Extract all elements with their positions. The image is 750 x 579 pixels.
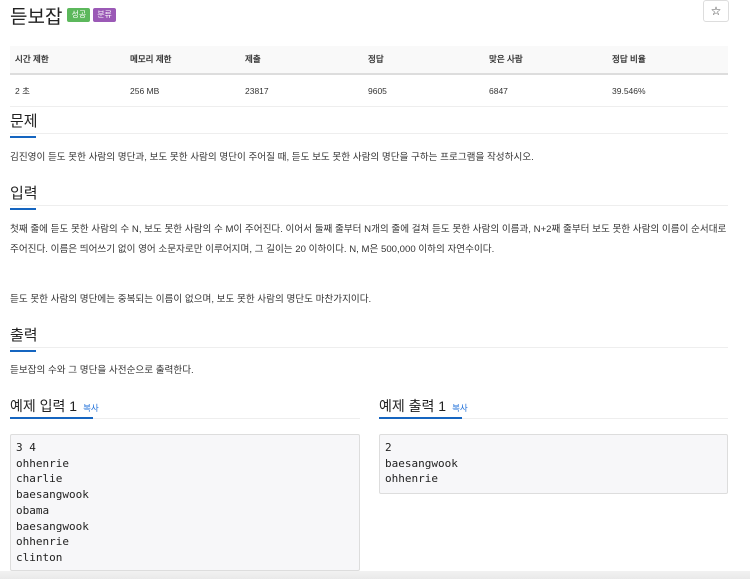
stats-submissions[interactable]: 23817 [240, 74, 363, 107]
star-icon: ☆ [710, 4, 722, 18]
stats-header-row: 시간 제한 메모리 제한 제출 정답 맞은 사람 정답 비율 [10, 46, 728, 75]
stats-solved-users[interactable]: 6847 [484, 74, 607, 107]
stats-header-time-limit: 시간 제한 [10, 46, 125, 75]
stats-time-limit: 2 초 [10, 74, 125, 107]
stats-accepted[interactable]: 9605 [363, 74, 484, 107]
section-divider [10, 205, 728, 206]
problem-stats-table: 시간 제한 메모리 제한 제출 정답 맞은 사람 정답 비율 2 초 256 M… [10, 46, 728, 107]
browser-bottom-edge [0, 571, 750, 579]
sample-output-underline [379, 417, 462, 419]
stats-memory-limit: 256 MB [125, 74, 240, 107]
stats-header-accepted: 정답 [363, 46, 484, 75]
page-title: 듣보잡 [10, 6, 63, 28]
section-divider [10, 347, 728, 348]
stats-header-accept-ratio: 정답 비율 [607, 46, 728, 75]
stats-header-solved-users: 맞은 사람 [484, 46, 607, 75]
sample-input-block[interactable]: 3 4 ohhenrie charlie baesangwook obama b… [10, 434, 360, 571]
success-badge[interactable]: 성공 [67, 8, 91, 22]
stats-header-submissions: 제출 [240, 46, 363, 75]
output-text: 듣보잡의 수와 그 명단을 사전순으로 출력한다. [10, 365, 194, 376]
star-button[interactable]: ☆ [703, 0, 729, 22]
stats-accept-ratio: 39.546% [607, 74, 728, 107]
sample-output-block[interactable]: 2 baesangwook ohhenrie [379, 434, 728, 494]
stats-value-row: 2 초 256 MB 23817 9605 6847 39.546% [10, 74, 728, 107]
sample-input-underline [10, 417, 93, 419]
sample-input-heading: 예제 입력 1 [10, 398, 78, 414]
input-text-extra: 듣도 못한 사람의 명단에는 중복되는 이름이 없으며, 보도 못한 사람의 명… [10, 294, 372, 305]
problem-title-row: 듣보잡 성공 분류 [10, 2, 116, 28]
sample-output-copy-link[interactable]: 복사 [452, 402, 468, 414]
section-divider [10, 133, 728, 134]
sample-output-heading-row: 예제 출력 1 복사 [379, 396, 468, 416]
sample-input-copy-link[interactable]: 복사 [83, 402, 99, 414]
description-text: 김진영이 듣도 못한 사람의 명단과, 보도 못한 사람의 명단이 주어질 때,… [10, 152, 534, 163]
category-badge[interactable]: 분류 [93, 8, 116, 22]
sample-output-heading: 예제 출력 1 [379, 398, 447, 414]
sample-input-heading-row: 예제 입력 1 복사 [10, 396, 99, 416]
stats-header-memory-limit: 메모리 제한 [125, 46, 240, 75]
input-text: 첫째 줄에 듣도 못한 사람의 수 N, 보도 못한 사람의 수 M이 주어진다… [10, 224, 727, 255]
